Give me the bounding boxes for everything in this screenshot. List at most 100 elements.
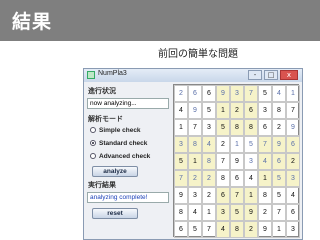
grid-cell[interactable]: 5: [174, 153, 188, 170]
grid-cell[interactable]: 3: [216, 204, 230, 221]
grid-cell[interactable]: 3: [258, 102, 272, 119]
grid-cell[interactable]: 6: [286, 204, 300, 221]
grid-cell[interactable]: 2: [202, 187, 216, 204]
result-label: 実行結果: [88, 181, 116, 189]
reset-button[interactable]: reset: [92, 208, 138, 219]
grid-cell[interactable]: 6: [174, 221, 188, 238]
grid-cell[interactable]: 1: [230, 136, 244, 153]
grid-cell[interactable]: 3: [188, 187, 202, 204]
grid-cell[interactable]: 4: [286, 187, 300, 204]
grid-cell[interactable]: 8: [188, 136, 202, 153]
grid-cell[interactable]: 5: [216, 119, 230, 136]
grid-cell[interactable]: 1: [216, 102, 230, 119]
grid-cell[interactable]: 4: [272, 85, 286, 102]
grid-cell[interactable]: 6: [286, 136, 300, 153]
grid-cell[interactable]: 9: [258, 221, 272, 238]
grid-cell[interactable]: 8: [272, 102, 286, 119]
grid-cell[interactable]: 8: [230, 119, 244, 136]
grid-cell[interactable]: 7: [188, 119, 202, 136]
grid-cell[interactable]: 5: [258, 85, 272, 102]
grid-cell[interactable]: 9: [230, 153, 244, 170]
grid-cell[interactable]: 7: [202, 221, 216, 238]
grid-cell[interactable]: 6: [244, 102, 258, 119]
grid-cell[interactable]: 7: [230, 187, 244, 204]
grid-cell[interactable]: 4: [216, 221, 230, 238]
mode-advanced-radio[interactable]: Advanced check: [90, 153, 150, 163]
grid-cell[interactable]: 1: [258, 170, 272, 187]
grid-cell[interactable]: 2: [202, 170, 216, 187]
grid-cell[interactable]: 3: [244, 153, 258, 170]
maximize-button[interactable]: □: [264, 70, 278, 80]
slide-title: 結果: [12, 11, 53, 33]
grid-cell[interactable]: 5: [188, 221, 202, 238]
grid-cell[interactable]: 7: [258, 136, 272, 153]
grid-cell[interactable]: 2: [272, 119, 286, 136]
grid-cell[interactable]: 9: [244, 204, 258, 221]
grid-cell[interactable]: 4: [188, 204, 202, 221]
grid-cell[interactable]: 7: [272, 204, 286, 221]
grid-cell[interactable]: 3: [230, 85, 244, 102]
grid-cell[interactable]: 9: [188, 102, 202, 119]
grid-cell[interactable]: 6: [272, 153, 286, 170]
mode-simple-label: Simple check: [99, 127, 141, 134]
radio-off-icon: [90, 153, 96, 159]
grid-cell[interactable]: 6: [230, 170, 244, 187]
grid-cell[interactable]: 2: [188, 170, 202, 187]
grid-cell[interactable]: 8: [230, 221, 244, 238]
grid-cell[interactable]: 1: [188, 153, 202, 170]
mode-simple-radio[interactable]: Simple check: [90, 127, 141, 137]
close-button[interactable]: x: [280, 70, 298, 80]
slide-title-bar: 結果: [0, 0, 320, 41]
grid-cell[interactable]: 6: [258, 119, 272, 136]
grid-cell[interactable]: 9: [216, 85, 230, 102]
grid-cell[interactable]: 3: [286, 221, 300, 238]
grid-cell[interactable]: 3: [202, 119, 216, 136]
grid-cell[interactable]: 2: [230, 102, 244, 119]
grid-cell[interactable]: 9: [174, 187, 188, 204]
grid-cell[interactable]: 7: [244, 85, 258, 102]
grid-cell[interactable]: 8: [202, 153, 216, 170]
grid-cell[interactable]: 1: [174, 119, 188, 136]
minimize-button[interactable]: -: [248, 70, 262, 80]
analyze-button[interactable]: analyze: [92, 166, 138, 177]
grid-cell[interactable]: 8: [258, 187, 272, 204]
slide-subtitle: 前回の簡単な問題: [158, 49, 238, 60]
grid-cell[interactable]: 9: [286, 119, 300, 136]
radio-off-icon: [90, 127, 96, 133]
grid-cell[interactable]: 3: [286, 170, 300, 187]
grid-cell[interactable]: 4: [174, 102, 188, 119]
grid-cell[interactable]: 1: [272, 221, 286, 238]
window-titlebar[interactable]: NumPla3 - □ x: [84, 69, 302, 82]
mode-standard-label: Standard check: [99, 140, 148, 147]
grid-cell[interactable]: 1: [244, 187, 258, 204]
grid-cell[interactable]: 4: [244, 170, 258, 187]
grid-cell[interactable]: 7: [216, 153, 230, 170]
grid-cell[interactable]: 2: [258, 204, 272, 221]
grid-cell[interactable]: 2: [244, 221, 258, 238]
grid-cell[interactable]: 7: [286, 102, 300, 119]
progress-label: 進行状況: [88, 87, 116, 95]
grid-cell[interactable]: 6: [202, 85, 216, 102]
grid-cell[interactable]: 5: [202, 102, 216, 119]
grid-cell[interactable]: 5: [244, 136, 258, 153]
grid-cell[interactable]: 8: [174, 204, 188, 221]
grid-cell[interactable]: 4: [202, 136, 216, 153]
grid-cell[interactable]: 6: [188, 85, 202, 102]
grid-cell[interactable]: 2: [216, 136, 230, 153]
grid-cell[interactable]: 4: [258, 153, 272, 170]
grid-cell[interactable]: 5: [272, 170, 286, 187]
grid-cell[interactable]: 5: [230, 204, 244, 221]
grid-cell[interactable]: 8: [244, 119, 258, 136]
grid-cell[interactable]: 6: [216, 187, 230, 204]
grid-cell[interactable]: 8: [216, 170, 230, 187]
grid-cell[interactable]: 1: [202, 204, 216, 221]
numpla-window: NumPla3 - □ x 進行状況 now analyzing... 解析モー…: [83, 68, 303, 240]
grid-cell[interactable]: 7: [174, 170, 188, 187]
grid-cell[interactable]: 3: [174, 136, 188, 153]
grid-cell[interactable]: 2: [286, 153, 300, 170]
grid-cell[interactable]: 9: [272, 136, 286, 153]
grid-cell[interactable]: 2: [174, 85, 188, 102]
mode-standard-radio[interactable]: Standard check: [90, 140, 147, 150]
grid-cell[interactable]: 1: [286, 85, 300, 102]
grid-cell[interactable]: 5: [272, 187, 286, 204]
